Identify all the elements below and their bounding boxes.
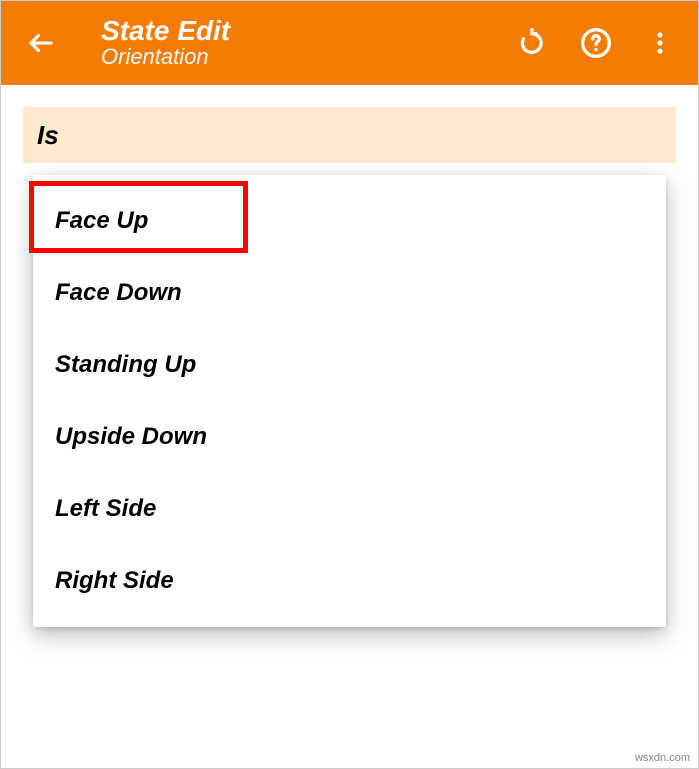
app-header: State Edit Orientation <box>1 1 698 85</box>
overflow-menu-button[interactable] <box>642 25 678 61</box>
option-face-up[interactable]: Face Up <box>33 185 666 257</box>
option-right-side[interactable]: Right Side <box>33 545 666 617</box>
option-face-down[interactable]: Face Down <box>33 257 666 329</box>
more-vert-icon <box>646 29 674 57</box>
help-button[interactable] <box>578 25 614 61</box>
option-upside-down[interactable]: Upside Down <box>33 401 666 473</box>
help-icon <box>580 27 612 59</box>
option-standing-up[interactable]: Standing Up <box>33 329 666 401</box>
options-dropdown: Face Up Face Down Standing Up Upside Dow… <box>33 175 666 627</box>
condition-label: Is <box>37 120 59 151</box>
back-arrow-icon <box>26 28 56 58</box>
page-title: State Edit <box>101 16 514 47</box>
content-area: Is Face Up Face Down Standing Up Upside … <box>1 85 698 163</box>
header-actions <box>514 25 678 61</box>
background-peek <box>666 305 676 435</box>
undo-button[interactable] <box>514 25 550 61</box>
condition-bar[interactable]: Is <box>23 107 676 163</box>
page-subtitle: Orientation <box>101 44 514 70</box>
back-button[interactable] <box>21 23 61 63</box>
title-block: State Edit Orientation <box>101 16 514 71</box>
undo-icon <box>516 27 548 59</box>
watermark: wsxdn.com <box>635 752 690 764</box>
option-left-side[interactable]: Left Side <box>33 473 666 545</box>
